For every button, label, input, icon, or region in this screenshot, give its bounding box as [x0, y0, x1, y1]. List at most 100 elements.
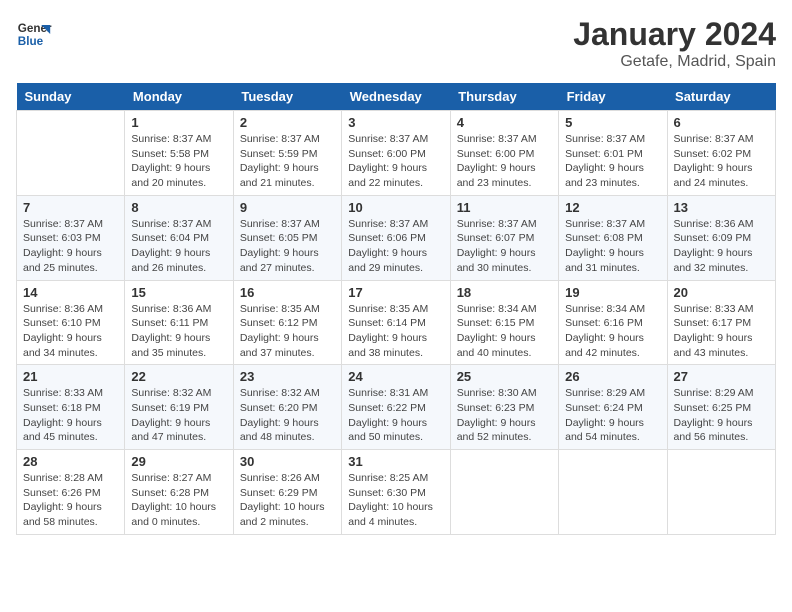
day-number: 1 [131, 115, 226, 130]
day-info: Sunrise: 8:27 AMSunset: 6:28 PMDaylight:… [131, 471, 226, 530]
cell-w4-d3: 31 Sunrise: 8:25 AMSunset: 6:30 PMDayligh… [342, 450, 450, 535]
day-number: 14 [23, 285, 118, 300]
main-title: January 2024 [573, 16, 776, 53]
day-number: 2 [240, 115, 335, 130]
day-number: 9 [240, 200, 335, 215]
day-info: Sunrise: 8:32 AMSunset: 6:19 PMDaylight:… [131, 386, 226, 445]
cell-w0-d6: 6 Sunrise: 8:37 AMSunset: 6:02 PMDaylight… [667, 111, 775, 196]
week-row-2: 14 Sunrise: 8:36 AMSunset: 6:10 PMDayligh… [17, 280, 776, 365]
cell-w0-d0 [17, 111, 125, 196]
cell-w4-d4 [450, 450, 558, 535]
cell-w3-d2: 23 Sunrise: 8:32 AMSunset: 6:20 PMDayligh… [233, 365, 341, 450]
cell-w2-d3: 17 Sunrise: 8:35 AMSunset: 6:14 PMDayligh… [342, 280, 450, 365]
cell-w1-d4: 11 Sunrise: 8:37 AMSunset: 6:07 PMDayligh… [450, 195, 558, 280]
day-number: 17 [348, 285, 443, 300]
day-info: Sunrise: 8:37 AMSunset: 6:07 PMDaylight:… [457, 217, 552, 276]
day-number: 21 [23, 369, 118, 384]
day-info: Sunrise: 8:33 AMSunset: 6:18 PMDaylight:… [23, 386, 118, 445]
cell-w2-d0: 14 Sunrise: 8:36 AMSunset: 6:10 PMDayligh… [17, 280, 125, 365]
cell-w0-d5: 5 Sunrise: 8:37 AMSunset: 6:01 PMDaylight… [559, 111, 667, 196]
cell-w3-d3: 24 Sunrise: 8:31 AMSunset: 6:22 PMDayligh… [342, 365, 450, 450]
day-info: Sunrise: 8:31 AMSunset: 6:22 PMDaylight:… [348, 386, 443, 445]
day-number: 23 [240, 369, 335, 384]
cell-w4-d0: 28Sunrise: 8:28 AMSunset: 6:26 PMDayligh… [17, 450, 125, 535]
day-info: Sunrise: 8:26 AMSunset: 6:29 PMDaylight:… [240, 471, 335, 530]
day-info: Sunrise: 8:36 AMSunset: 6:09 PMDaylight:… [674, 217, 769, 276]
day-number: 31 [348, 454, 443, 469]
col-monday: Monday [125, 83, 233, 111]
day-number: 3 [348, 115, 443, 130]
col-sunday: Sunday [17, 83, 125, 111]
day-info: Sunrise: 8:37 AMSunset: 6:06 PMDaylight:… [348, 217, 443, 276]
day-info: Sunrise: 8:36 AMSunset: 6:11 PMDaylight:… [131, 302, 226, 361]
subtitle: Getafe, Madrid, Spain [573, 53, 776, 71]
col-thursday: Thursday [450, 83, 558, 111]
col-tuesday: Tuesday [233, 83, 341, 111]
day-number: 20 [674, 285, 769, 300]
title-block: January 2024 Getafe, Madrid, Spain [573, 16, 776, 71]
day-info: Sunrise: 8:35 AMSunset: 6:14 PMDaylight:… [348, 302, 443, 361]
day-number: 24 [348, 369, 443, 384]
day-number: 13 [674, 200, 769, 215]
day-info: Sunrise: 8:37 AMSunset: 6:00 PMDaylight:… [348, 132, 443, 191]
day-number: 18 [457, 285, 552, 300]
day-number: 11 [457, 200, 552, 215]
day-info: Sunrise: 8:37 AMSunset: 5:58 PMDaylight:… [131, 132, 226, 191]
day-info: Sunrise: 8:33 AMSunset: 6:17 PMDaylight:… [674, 302, 769, 361]
day-info: Sunrise: 8:32 AMSunset: 6:20 PMDaylight:… [240, 386, 335, 445]
week-row-0: 1 Sunrise: 8:37 AMSunset: 5:58 PMDaylight… [17, 111, 776, 196]
week-row-4: 28Sunrise: 8:28 AMSunset: 6:26 PMDayligh… [17, 450, 776, 535]
day-info: Sunrise: 8:37 AMSunset: 6:08 PMDaylight:… [565, 217, 660, 276]
cell-w0-d4: 4Sunrise: 8:37 AMSunset: 6:00 PMDaylight… [450, 111, 558, 196]
day-info: Sunrise: 8:37 AMSunset: 6:03 PMDaylight:… [23, 217, 118, 276]
day-number: 4 [457, 115, 552, 130]
day-number: 8 [131, 200, 226, 215]
logo-icon: General Blue [16, 16, 52, 52]
day-number: 15 [131, 285, 226, 300]
day-number: 22 [131, 369, 226, 384]
cell-w3-d6: 27Sunrise: 8:29 AMSunset: 6:25 PMDayligh… [667, 365, 775, 450]
cell-w2-d6: 20 Sunrise: 8:33 AMSunset: 6:17 PMDayligh… [667, 280, 775, 365]
cell-w2-d5: 19Sunrise: 8:34 AMSunset: 6:16 PMDayligh… [559, 280, 667, 365]
cell-w1-d6: 13 Sunrise: 8:36 AMSunset: 6:09 PMDayligh… [667, 195, 775, 280]
day-number: 12 [565, 200, 660, 215]
day-number: 28 [23, 454, 118, 469]
cell-w1-d1: 8Sunrise: 8:37 AMSunset: 6:04 PMDaylight… [125, 195, 233, 280]
cell-w3-d4: 25 Sunrise: 8:30 AMSunset: 6:23 PMDayligh… [450, 365, 558, 450]
day-info: Sunrise: 8:37 AMSunset: 5:59 PMDaylight:… [240, 132, 335, 191]
day-info: Sunrise: 8:37 AMSunset: 6:02 PMDaylight:… [674, 132, 769, 191]
day-number: 25 [457, 369, 552, 384]
cell-w0-d2: 2 Sunrise: 8:37 AMSunset: 5:59 PMDaylight… [233, 111, 341, 196]
day-info: Sunrise: 8:36 AMSunset: 6:10 PMDaylight:… [23, 302, 118, 361]
cell-w3-d5: 26 Sunrise: 8:29 AMSunset: 6:24 PMDayligh… [559, 365, 667, 450]
day-info: Sunrise: 8:37 AMSunset: 6:01 PMDaylight:… [565, 132, 660, 191]
cell-w2-d4: 18 Sunrise: 8:34 AMSunset: 6:15 PMDayligh… [450, 280, 558, 365]
day-number: 19 [565, 285, 660, 300]
day-info: Sunrise: 8:25 AMSunset: 6:30 PMDaylight:… [348, 471, 443, 530]
cell-w4-d5 [559, 450, 667, 535]
day-info: Sunrise: 8:34 AMSunset: 6:15 PMDaylight:… [457, 302, 552, 361]
cell-w1-d2: 9 Sunrise: 8:37 AMSunset: 6:05 PMDaylight… [233, 195, 341, 280]
calendar-table: Sunday Monday Tuesday Wednesday Thursday… [16, 83, 776, 535]
day-number: 5 [565, 115, 660, 130]
cell-w0-d3: 3 Sunrise: 8:37 AMSunset: 6:00 PMDaylight… [342, 111, 450, 196]
cell-w2-d1: 15 Sunrise: 8:36 AMSunset: 6:11 PMDayligh… [125, 280, 233, 365]
logo: General Blue [16, 16, 54, 52]
week-row-1: 7Sunrise: 8:37 AMSunset: 6:03 PMDaylight… [17, 195, 776, 280]
day-number: 10 [348, 200, 443, 215]
cell-w3-d0: 21 Sunrise: 8:33 AMSunset: 6:18 PMDayligh… [17, 365, 125, 450]
header: General Blue January 2024 Getafe, Madrid… [16, 16, 776, 71]
day-info: Sunrise: 8:30 AMSunset: 6:23 PMDaylight:… [457, 386, 552, 445]
cell-w4-d6 [667, 450, 775, 535]
day-number: 26 [565, 369, 660, 384]
day-number: 6 [674, 115, 769, 130]
day-info: Sunrise: 8:29 AMSunset: 6:24 PMDaylight:… [565, 386, 660, 445]
day-info: Sunrise: 8:35 AMSunset: 6:12 PMDaylight:… [240, 302, 335, 361]
col-wednesday: Wednesday [342, 83, 450, 111]
calendar-header-row: Sunday Monday Tuesday Wednesday Thursday… [17, 83, 776, 111]
col-saturday: Saturday [667, 83, 775, 111]
day-info: Sunrise: 8:37 AMSunset: 6:05 PMDaylight:… [240, 217, 335, 276]
cell-w0-d1: 1 Sunrise: 8:37 AMSunset: 5:58 PMDaylight… [125, 111, 233, 196]
day-number: 29 [131, 454, 226, 469]
day-number: 16 [240, 285, 335, 300]
